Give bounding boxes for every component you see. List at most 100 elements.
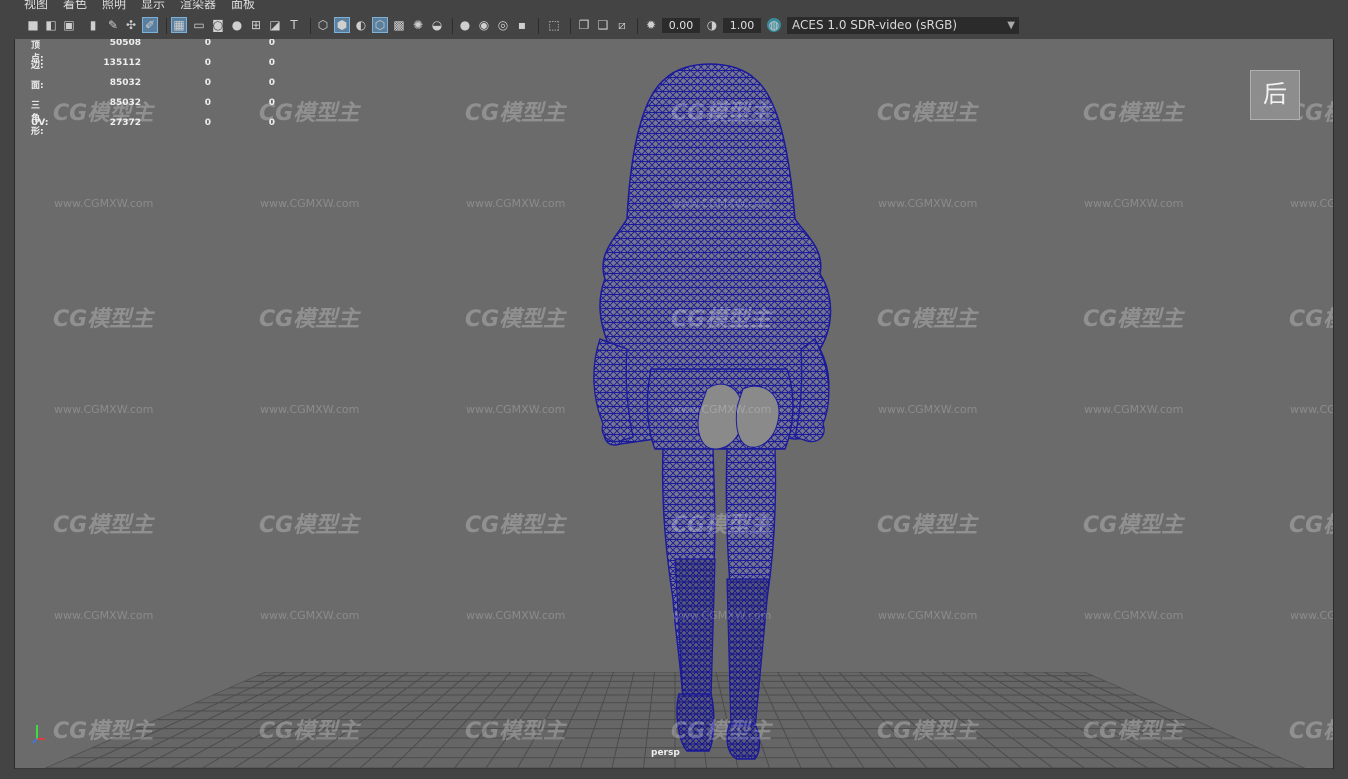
watermark-url: www.CGMXW.com [466, 609, 566, 622]
shadows-icon[interactable]: ◒ [430, 18, 444, 32]
watermark-url: www.CGMXW.com [466, 403, 566, 416]
watermark-logo: CG模型主 [877, 101, 978, 126]
hud-value-total: 85032 [109, 78, 141, 88]
watermark-url: www.CGMXW.com [878, 609, 978, 622]
hud-value-total: 50508 [109, 39, 141, 48]
watermark-logo: CG模型主 [53, 101, 154, 126]
viewport-toolbar: ■ ◧ ▣ ▮ ✎ ✣ ✐ ▦ ▭ ◙ ● ⊞ ◪ T ⬡ ⬢ ◐ ⬡ ▩ ✺ … [14, 13, 1334, 40]
gate-mask-icon[interactable]: ● [230, 18, 244, 32]
view-cube[interactable]: 后 [1250, 70, 1300, 120]
left-panel-edge [0, 0, 15, 779]
xray-active-icon[interactable]: ⧄ [615, 18, 629, 32]
watermark-logo: CG模型主 [465, 513, 566, 538]
smooth-shade-icon[interactable]: ⬢ [334, 17, 350, 33]
anti-aliasing-icon[interactable]: ◎ [496, 18, 510, 32]
watermark-logo: CG模型主 [877, 513, 978, 538]
watermark-url: www.CGMXW.com [260, 197, 360, 210]
color-space-value: ACES 1.0 SDR-video (sRGB) [792, 18, 958, 32]
menu-shading[interactable]: 着色 [63, 0, 87, 10]
exposure-icon[interactable]: ✹ [644, 18, 658, 32]
safe-title-icon[interactable]: T [287, 18, 301, 32]
watermark-logo: CG模型主 [1083, 307, 1184, 332]
hud-value-selected: 0 [204, 58, 211, 68]
hud-value-selected: 0 [204, 98, 211, 108]
film-gate-icon[interactable]: ▭ [192, 18, 206, 32]
watermark-logo: CG模型主 [53, 719, 154, 744]
watermark-logo: CG模型主 [259, 719, 360, 744]
menu-lighting[interactable]: 照明 [102, 0, 126, 10]
gamma-icon[interactable]: ◑ [705, 18, 719, 32]
menu-renderer[interactable]: 渲染器 [180, 0, 216, 10]
lights-icon[interactable]: ✺ [411, 18, 425, 32]
motion-blur-icon[interactable]: ◉ [477, 18, 491, 32]
watermark-logo: CG模型主 [877, 719, 978, 744]
perspective-viewport[interactable]: 顶点: 50508 0 0 边: 135112 0 0 面: 85032 0 0 三角形: 85032 0 0… [15, 39, 1333, 768]
xray-joints-icon[interactable]: ❑ [596, 18, 610, 32]
watermark-logo: CG模型主 [53, 307, 154, 332]
watermark-url: www.CGMXW.com [1290, 609, 1333, 622]
menu-view[interactable]: 视图 [24, 0, 48, 10]
depth-of-field-icon[interactable]: ▪ [515, 18, 529, 32]
watermark-logo: CG模型主 [1289, 307, 1333, 332]
watermark-logo: CG模型主 [671, 719, 772, 744]
menu-show[interactable]: 显示 [141, 0, 165, 10]
textured-icon[interactable]: ▩ [392, 18, 406, 32]
watermark-url: www.CGMXW.com [1084, 403, 1184, 416]
watermark-url: www.CGMXW.com [1084, 197, 1184, 210]
watermark-url: www.CGMXW.com [54, 197, 154, 210]
chevron-down-icon: ▼ [1007, 20, 1015, 31]
watermark-url: www.CGMXW.com [54, 609, 154, 622]
color-management-icon[interactable]: ◍ [767, 18, 781, 32]
watermark-logo: CG模型主 [1289, 513, 1333, 538]
wireframe-on-shaded-icon[interactable]: ⬡ [372, 17, 388, 33]
camera-name-label: persp [651, 748, 680, 758]
wireframe-icon[interactable]: ⬡ [316, 18, 330, 32]
watermark-url: www.CGMXW.com [260, 609, 360, 622]
watermark-logo: CG模型主 [465, 307, 566, 332]
watermark-logo: CG模型主 [671, 307, 772, 332]
watermark-logo: CG模型主 [53, 513, 154, 538]
watermark-url: www.CGMXW.com [1084, 609, 1184, 622]
safe-action-icon[interactable]: ◪ [268, 18, 282, 32]
select-camera-icon[interactable]: ■ [26, 18, 40, 32]
watermark-url: www.CGMXW.com [672, 609, 772, 622]
default-material-icon[interactable]: ◐ [354, 18, 368, 32]
color-space-select[interactable]: ACES 1.0 SDR-video (sRGB) ▼ [787, 17, 1019, 34]
isolate-select-icon[interactable]: ⬚ [547, 18, 561, 32]
hud-value-selected: 0 [204, 118, 211, 128]
grid-icon[interactable]: ▦ [171, 17, 187, 33]
brush-icon[interactable]: ✐ [142, 17, 158, 33]
watermark-logo: CG模型主 [465, 101, 566, 126]
xray-icon[interactable]: ❐ [577, 18, 591, 32]
image-plane-icon[interactable]: ▮ [86, 18, 100, 32]
field-chart-icon[interactable]: ⊞ [249, 18, 263, 32]
watermark-logo: CG模型主 [671, 513, 772, 538]
axis-gizmo [32, 725, 45, 744]
hud-value-selected: 0 [204, 39, 211, 48]
hud-value-selected: 0 [204, 78, 211, 88]
hud-label: UV: [31, 118, 49, 128]
gamma-field[interactable]: 1.00 [723, 18, 761, 33]
watermark-logo: CG模型主 [259, 513, 360, 538]
resolution-gate-icon[interactable]: ◙ [211, 18, 225, 32]
bookmark-icon[interactable]: ▣ [62, 18, 76, 32]
watermark-logo: CG模型主 [259, 307, 360, 332]
menu-panels[interactable]: 面板 [231, 0, 255, 10]
watermark-url: www.CGMXW.com [672, 403, 772, 416]
hud-label: 边: [31, 61, 44, 71]
hud-value-tri: 0 [268, 39, 275, 48]
right-panel-edge [1333, 0, 1348, 779]
bottom-panel-edge [0, 769, 1348, 779]
camera-attributes-icon[interactable]: ◧ [44, 18, 58, 32]
watermark-logo: CG模型主 [1289, 719, 1333, 744]
watermark-url: www.CGMXW.com [672, 197, 772, 210]
watermark-logo: CG模型主 [1083, 101, 1184, 126]
screen-space-ao-icon[interactable]: ● [458, 18, 472, 32]
hud-value-tri: 0 [268, 58, 275, 68]
watermark-url: www.CGMXW.com [466, 197, 566, 210]
exposure-field[interactable]: 0.00 [662, 18, 700, 33]
grease-pencil-icon[interactable]: ✣ [124, 18, 138, 32]
2d-pan-zoom-icon[interactable]: ✎ [106, 18, 120, 32]
viewport-menu-bar: 视图 着色 照明 显示 渲染器 面板 [14, 0, 1334, 13]
hud-label: 面: [31, 81, 44, 91]
